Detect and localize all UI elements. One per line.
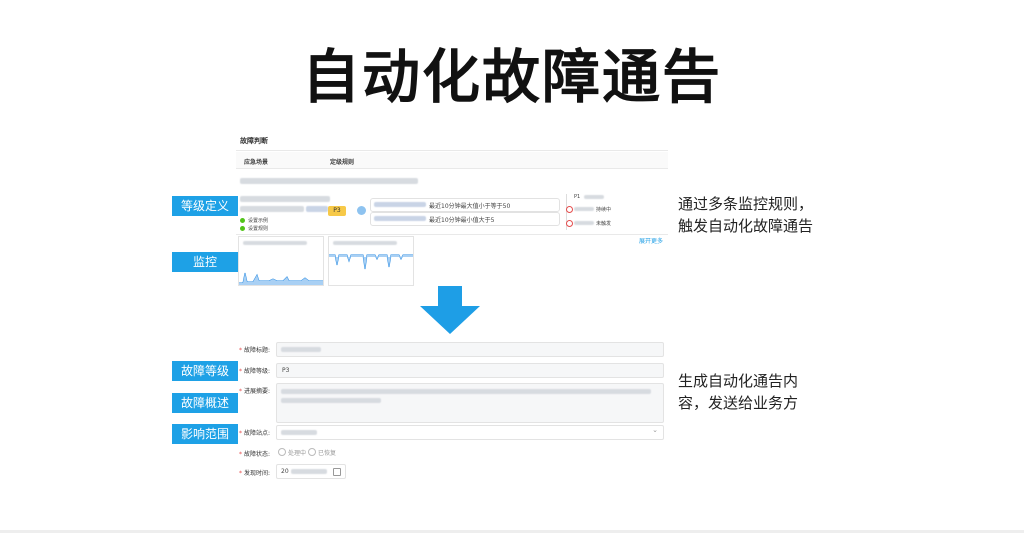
status-opt-2: 已恢复 [318,450,337,457]
chart-series [329,254,413,270]
level-label: * 故障等级: [239,368,270,375]
chart-series [239,272,323,285]
site-select[interactable]: ⌄ [276,425,664,440]
rule-1-text: 最近10分钟最大值小于等于50 [429,203,511,210]
time-value-blurred [291,469,327,474]
rule-name-blurred [240,206,304,212]
calendar-icon [333,468,341,476]
tag-fault-level: 故障等级 [172,361,238,381]
col-scenario: 应急场景 [244,159,269,166]
legend-p-label: P1 [574,194,581,200]
fault-judge-panel: 故障判断 应急场景 定级规则 设置示例 设置规则 P3 最近10分钟最大值小于等… [236,128,668,288]
rule-box-1: 最近10分钟最大值小于等于50 [370,198,560,212]
progress-text-blurred [281,389,651,394]
panel-header: 故障判断 [240,137,268,145]
rule-box-2: 最近10分钟最小值大于5 [370,212,560,226]
progress-label: * 进展摘要: [239,388,270,395]
top-desc-line-1: 通过多条监控规则， [678,195,814,213]
level-value: P3 [282,367,290,374]
rule-tag-blurred [306,206,328,212]
top-desc-line-2: 触发自动化故障通告 [678,217,814,235]
legend-alert-icon [566,220,573,227]
table-header: 应急场景 定级规则 [236,152,668,168]
title-label: * 故障标题: [239,347,270,354]
status-radio-1[interactable] [278,448,286,456]
monitor-chart-1 [238,236,324,286]
legend-label-1: 持续中 [596,207,612,213]
level-badge[interactable]: P3 [328,206,346,216]
status-radio-2[interactable] [308,448,316,456]
arrow-down-icon [420,286,480,334]
time-label: * 发现时间: [239,470,270,477]
divider [236,234,668,235]
title-value-blurred [281,347,321,352]
rule-name-blurred [240,196,330,202]
progress-text-blurred [281,398,381,403]
status-opt-1: 处理中 [288,450,307,457]
status-label: * 故障状态: [239,451,270,458]
divider [236,150,668,151]
slide-title: 自动化故障通告 [301,43,722,111]
col-rule: 定级规则 [330,159,355,166]
tag-fault-summary: 故障概述 [172,393,238,413]
divider [236,168,668,169]
bottom-desc-line-1: 生成自动化通告内 [678,372,799,390]
metric-blurred [374,202,426,207]
tag-level-definition: 等级定义 [172,196,238,216]
title-input[interactable] [276,342,664,357]
metric-blurred [374,216,426,221]
announcement-form: * 故障标题: * 故障等级: P3 * 进展摘要: * 故障站点: ⌄ * 故… [236,338,668,488]
legend-blurred [574,221,594,225]
site-label: * 故障站点: [239,430,270,437]
progress-textarea[interactable] [276,383,664,423]
time-input[interactable]: 20 [276,464,346,479]
scenario-blurred [240,178,418,184]
top-description: 通过多条监控规则， 触发自动化故障通告 [678,193,878,237]
time-prefix: 20 [281,468,289,475]
monitor-chart-2 [328,236,414,286]
rule-2-text: 最近10分钟最小值大于5 [429,217,495,224]
legend-blurred [574,207,594,211]
connector-icon [357,206,366,215]
legend-blurred [584,195,604,199]
status-label-1: 设置示例 [248,218,269,224]
status-ok-icon [240,218,245,223]
tag-monitor: 监控 [172,252,238,272]
status-ok-icon [240,226,245,231]
tag-impact-scope: 影响范围 [172,424,238,444]
chevron-down-icon: ⌄ [652,426,658,434]
expand-more-link[interactable]: 展开更多 [639,236,663,245]
site-value-blurred [281,430,317,435]
status-label-2: 设置规则 [248,226,269,232]
level-input[interactable]: P3 [276,363,664,378]
bottom-desc-line-2: 容，发送给业务方 [678,394,799,412]
bottom-description: 生成自动化通告内 容，发送给业务方 [678,370,878,414]
legend-alert-icon [566,206,573,213]
legend-label-2: 未触发 [596,221,612,227]
